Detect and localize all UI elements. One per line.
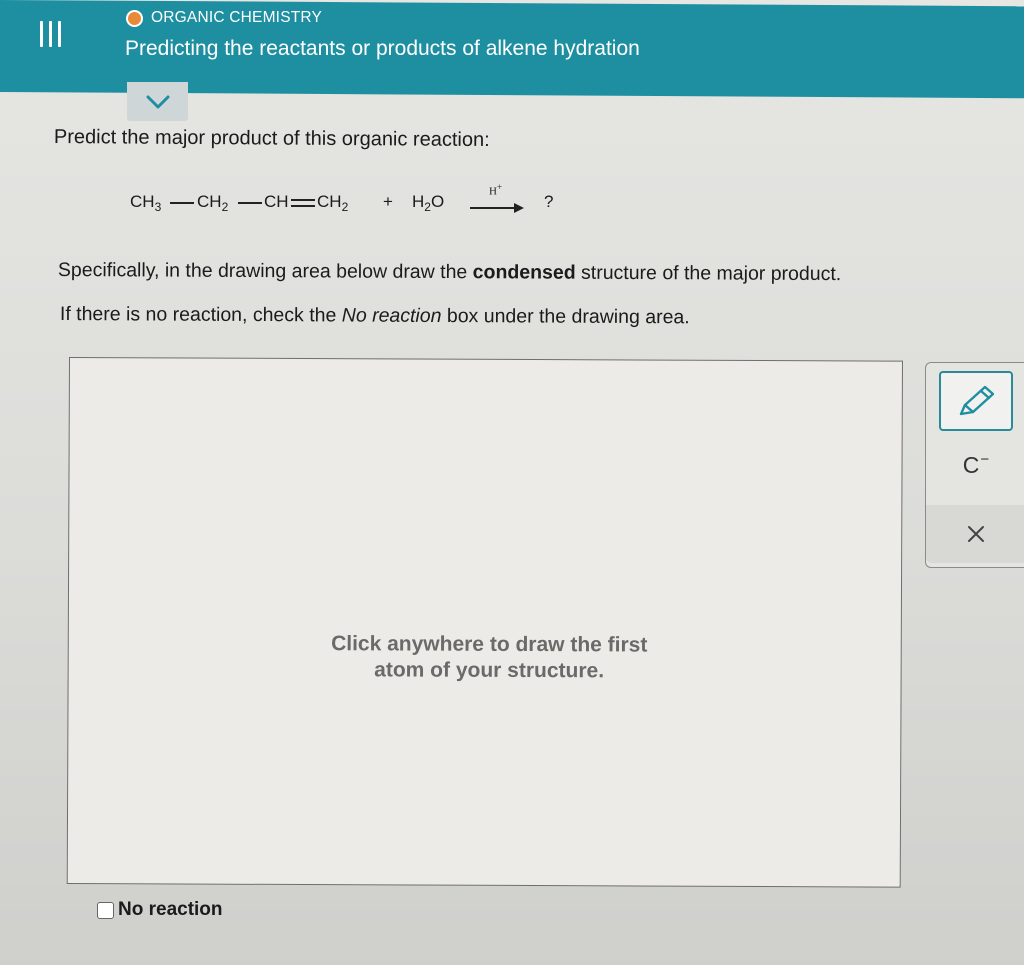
reactant-ch2-terminal: CH2 (317, 192, 348, 214)
charge-tool-button[interactable]: C− (956, 445, 996, 485)
instr2-post: box under the drawing area. (441, 304, 690, 329)
ch2-terminal-sub: 2 (341, 200, 349, 214)
chevron-down-icon (146, 95, 169, 108)
single-bond-2 (238, 202, 262, 204)
no-reaction-label[interactable]: No reaction (118, 899, 223, 921)
question-prompt: Predict the major product of this organi… (53, 126, 490, 152)
water-o: O (430, 192, 445, 211)
ch2-terminal-text: CH (317, 192, 342, 211)
ch2-text: CH (197, 192, 222, 211)
hamburger-icon[interactable] (30, 18, 70, 52)
no-reaction-checkbox[interactable] (97, 901, 114, 919)
charge-sup: − (980, 451, 990, 468)
reactant-ch3: CH3 (130, 192, 161, 214)
instruction-line-1: Specifically, in the drawing area below … (58, 259, 841, 286)
double-bond (291, 199, 315, 207)
ch-text: CH (264, 192, 289, 211)
water-sub: 2 (424, 200, 431, 214)
instr1-bold: condensed (472, 261, 576, 284)
instr1-pre: Specifically, in the drawing area below … (57, 259, 473, 284)
ch3-text: CH (130, 192, 155, 211)
clear-button[interactable] (926, 505, 1024, 563)
instruction-line-2: If there is no reaction, check the No re… (60, 303, 690, 329)
status-dot-icon (126, 9, 143, 27)
product-unknown: ? (544, 192, 554, 211)
reactant-ch2: CH2 (197, 192, 228, 214)
expand-button[interactable] (127, 82, 188, 121)
catalyst-sup: + (496, 182, 503, 192)
pencil-icon (959, 385, 995, 416)
category-label: ORGANIC CHEMISTRY (151, 9, 323, 26)
close-icon (968, 526, 984, 542)
instr1-post: structure of the major product. (575, 261, 842, 286)
ch2-sub: 2 (221, 200, 229, 214)
reaction-arrow (470, 207, 520, 209)
ch3-sub: 3 (154, 200, 162, 214)
plus-sign: + (383, 192, 393, 211)
charge-icon: C− (963, 451, 989, 479)
instr2-em: No reaction (341, 304, 442, 327)
no-reaction-option[interactable]: No reaction (97, 899, 223, 921)
category-row: ORGANIC CHEMISTRY (126, 9, 322, 27)
topic-title: Predicting the reactants or products of … (125, 37, 640, 60)
single-bond-1 (170, 202, 194, 204)
water-reagent: H2O (412, 192, 444, 214)
drawing-area[interactable]: Click anywhere to draw the first atom of… (66, 357, 903, 888)
water-h: H (412, 192, 425, 211)
placeholder-line-1: Click anywhere to draw the first (331, 632, 648, 657)
instr2-pre: If there is no reaction, check the (59, 303, 342, 327)
reactant-ch: CH (264, 192, 289, 212)
drawing-placeholder: Click anywhere to draw the first atom of… (287, 631, 692, 685)
charge-label: C (962, 452, 980, 478)
placeholder-line-2: atom of your structure. (374, 658, 605, 683)
catalyst-h: H (489, 185, 497, 198)
reaction-arrow-head (514, 203, 524, 213)
pencil-tool-button[interactable] (939, 371, 1013, 431)
catalyst-label: H+ (489, 182, 502, 198)
